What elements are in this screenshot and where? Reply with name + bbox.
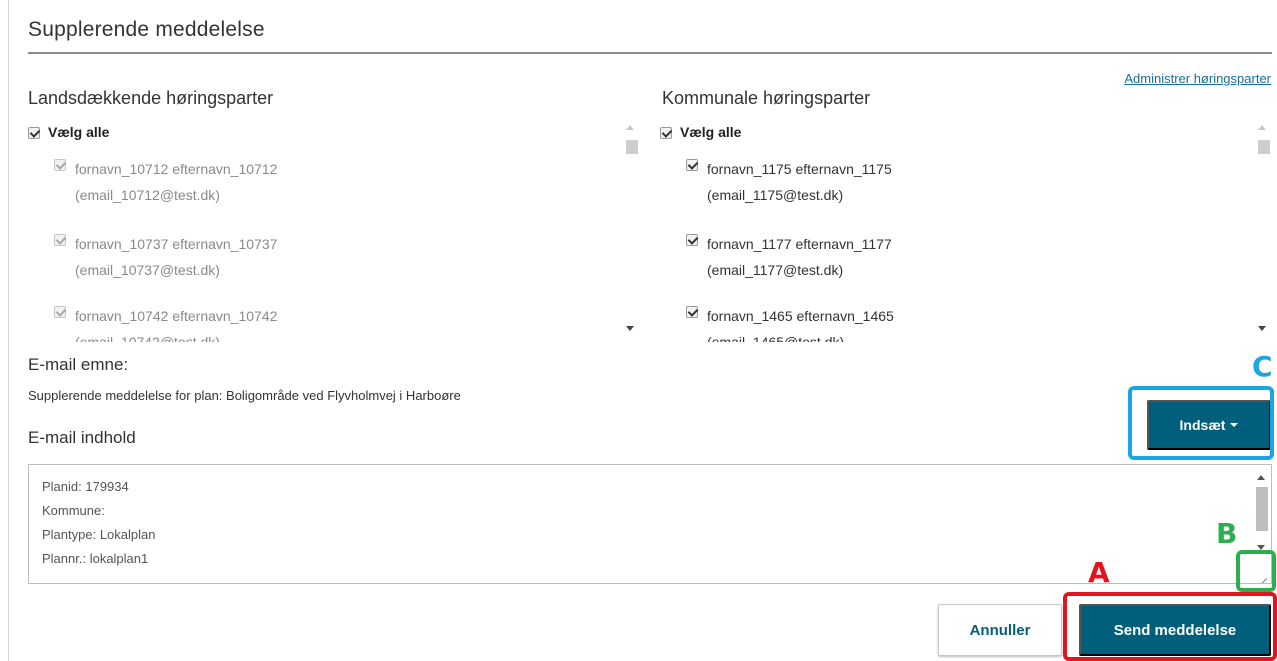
dialog-title: Supplerende meddelelse [28, 18, 265, 41]
national-select-all[interactable]: Vælg alle [28, 124, 109, 140]
content-line: Planid: 179934 [42, 479, 129, 494]
email-content-textarea[interactable]: Planid: 179934 Kommune: Plantype: Lokalp… [28, 464, 1272, 584]
email-subject-label: E-mail emne: [28, 355, 129, 374]
party-name: fornavn_1177 efternavn_1177 [707, 236, 892, 252]
list-item[interactable]: fornavn_1465 efternavn_1465 (email_1465@… [686, 303, 894, 342]
party-email: (email_10737@test.dk) [75, 262, 220, 278]
list-item[interactable]: fornavn_10737 efternavn_10737 (email_107… [54, 231, 277, 283]
party-name: fornavn_10712 efternavn_10712 [75, 161, 278, 177]
municipal-list-scrollbar[interactable] [1254, 116, 1272, 342]
party-name: fornavn_1175 efternavn_1175 [707, 161, 892, 177]
national-list-scrollbar[interactable] [622, 116, 640, 342]
select-all-label: Vælg alle [48, 124, 110, 140]
annotation-box-b [1236, 550, 1276, 592]
party-name: fornavn_10742 efternavn_10742 [75, 308, 278, 324]
party-email: (email_1465@test.dk) [707, 334, 845, 342]
checkbox-icon[interactable] [54, 234, 66, 246]
checkbox-icon[interactable] [28, 127, 40, 139]
party-text: fornavn_1465 efternavn_1465 (email_1465@… [707, 303, 894, 342]
checkbox-icon[interactable] [54, 159, 66, 171]
scroll-thumb[interactable] [1258, 140, 1270, 154]
municipal-parties-heading: Kommunale høringsparter [662, 88, 871, 108]
scroll-up-arrow-icon[interactable] [1258, 125, 1266, 130]
checkbox-icon[interactable] [686, 234, 698, 246]
annotation-box-c [1128, 386, 1274, 460]
list-item[interactable]: fornavn_10712 efternavn_10712 (email_107… [54, 156, 277, 208]
cancel-button[interactable]: Annuller [938, 604, 1062, 656]
select-all-label: Vælg alle [680, 124, 742, 140]
checkbox-icon[interactable] [660, 127, 672, 139]
annotation-box-a [1063, 592, 1277, 661]
party-text: fornavn_10742 efternavn_10742 (email_107… [75, 303, 277, 342]
content-line: Kommune: [42, 503, 105, 518]
municipal-parties-list[interactable]: Vælg alle fornavn_1175 efternavn_1175 (e… [660, 116, 1272, 342]
scroll-thumb[interactable] [626, 140, 638, 154]
municipal-select-all[interactable]: Vælg alle [660, 124, 741, 140]
content-line: Plantype: Lokalplan [42, 527, 156, 542]
party-email: (email_10712@test.dk) [75, 187, 220, 203]
annotation-label-c: C [1252, 350, 1273, 383]
administer-parties-link[interactable]: Administrer høringsparter [1124, 71, 1271, 86]
national-parties-heading: Landsdækkende høringsparter [28, 88, 274, 108]
party-email: (email_1177@test.dk) [707, 262, 844, 278]
scroll-down-arrow-icon[interactable] [626, 326, 634, 331]
checkbox-icon[interactable] [54, 306, 66, 318]
email-content-label: E-mail indhold [28, 428, 136, 447]
email-subject-value: Supplerende meddelelse for plan: Boligom… [28, 388, 461, 403]
party-name: fornavn_10737 efternavn_10737 [75, 236, 278, 252]
party-name: fornavn_1465 efternavn_1465 [707, 308, 894, 324]
annotation-label-b: B [1216, 517, 1238, 550]
party-text: fornavn_1177 efternavn_1177 (email_1177@… [707, 231, 892, 283]
scroll-up-arrow-icon[interactable] [1257, 475, 1265, 480]
party-text: fornavn_10737 efternavn_10737 (email_107… [75, 231, 277, 283]
list-item[interactable]: fornavn_1177 efternavn_1177 (email_1177@… [686, 231, 892, 283]
scroll-thumb[interactable] [1256, 487, 1268, 531]
title-divider [28, 52, 1272, 54]
party-text: fornavn_10712 efternavn_10712 (email_107… [75, 156, 277, 208]
national-parties-list[interactable]: Vælg alle fornavn_10712 efternavn_10712 … [28, 116, 640, 342]
party-text: fornavn_1175 efternavn_1175 (email_1175@… [707, 156, 892, 208]
party-email: (email_10742@test.dk) [75, 334, 220, 342]
party-email: (email_1175@test.dk) [707, 187, 844, 203]
checkbox-icon[interactable] [686, 159, 698, 171]
content-line: Plannr.: lokalplan1 [42, 551, 149, 566]
scroll-down-arrow-icon[interactable] [1258, 326, 1266, 331]
list-item[interactable]: fornavn_1175 efternavn_1175 (email_1175@… [686, 156, 892, 208]
list-item[interactable]: fornavn_10742 efternavn_10742 (email_107… [54, 303, 277, 342]
annotation-label-a: A [1088, 556, 1110, 589]
scroll-up-arrow-icon[interactable] [626, 125, 634, 130]
checkbox-icon[interactable] [686, 306, 698, 318]
dialog-left-border [8, 0, 9, 661]
